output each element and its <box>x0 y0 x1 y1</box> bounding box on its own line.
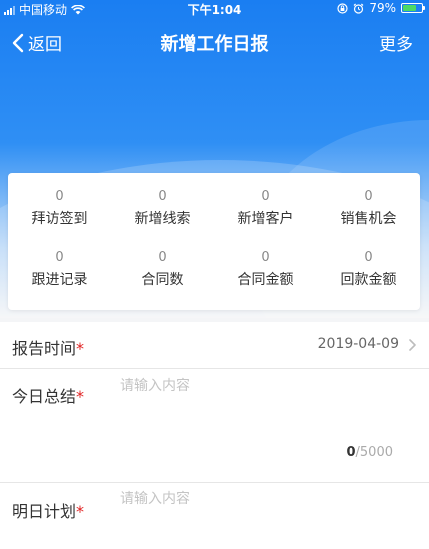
tomorrow-plan-row: 明日计划* <box>0 483 429 549</box>
page-title: 新增工作日报 <box>160 34 269 55</box>
stat-new-leads[interactable]: 0 新增线索 <box>111 189 214 227</box>
field-label: 报告时间 <box>12 339 77 358</box>
char-counter: 0/5000 <box>346 445 393 460</box>
stat-label: 新增客户 <box>237 211 294 227</box>
today-summary-label: 今日总结* <box>12 383 84 407</box>
stats-card: 0 拜访签到 0 新增线索 0 新增客户 0 销售机会 0 跟进记录 0 合同数… <box>8 173 420 310</box>
char-count: 0 <box>346 445 356 460</box>
stat-value: 0 <box>55 250 64 265</box>
stat-label: 拜访签到 <box>31 211 88 227</box>
required-mark: * <box>76 502 85 521</box>
stat-value: 0 <box>55 189 64 204</box>
stat-value: 0 <box>364 189 373 204</box>
report-time-row[interactable]: 报告时间* 2019-04-09 <box>0 322 429 368</box>
stat-contract-amount[interactable]: 0 合同金额 <box>214 250 317 288</box>
chevron-right-icon <box>409 339 416 351</box>
battery-percent: 79% <box>369 1 396 15</box>
more-button[interactable]: 更多 <box>379 30 413 55</box>
stat-payment-amount[interactable]: 0 回款金额 <box>317 250 420 288</box>
stat-label: 合同数 <box>141 272 184 288</box>
stat-label: 新增线索 <box>134 211 191 227</box>
stat-label: 销售机会 <box>340 211 397 227</box>
stat-value: 0 <box>158 189 167 204</box>
stat-contract-count[interactable]: 0 合同数 <box>111 250 214 288</box>
stat-label: 合同金额 <box>237 272 294 288</box>
tomorrow-plan-label: 明日计划* <box>12 498 84 522</box>
report-date-value: 2019-04-09 <box>317 336 399 352</box>
navigation-bar: 返回 新增工作日报 更多 <box>0 22 429 62</box>
battery-icon <box>401 3 425 13</box>
tomorrow-plan-input[interactable] <box>120 488 410 543</box>
report-time-label: 报告时间* <box>12 335 84 359</box>
required-mark: * <box>76 387 85 406</box>
today-summary-row: 今日总结* 0/5000 <box>0 369 429 482</box>
stat-sales-opportunities[interactable]: 0 销售机会 <box>317 189 420 227</box>
char-max: /5000 <box>355 445 393 460</box>
stat-label: 跟进记录 <box>31 272 88 288</box>
stat-value: 0 <box>158 250 167 265</box>
stat-value: 0 <box>261 250 270 265</box>
rotation-lock-icon <box>337 2 348 14</box>
status-bar: 中国移动 下午1:04 79% <box>0 0 429 18</box>
stat-new-customers[interactable]: 0 新增客户 <box>214 189 317 227</box>
today-summary-input[interactable] <box>120 375 410 435</box>
field-label: 今日总结 <box>12 387 77 406</box>
stat-follow-up-records[interactable]: 0 跟进记录 <box>8 250 111 288</box>
stat-value: 0 <box>364 250 373 265</box>
required-mark: * <box>76 339 85 358</box>
field-label: 明日计划 <box>12 502 77 521</box>
stat-label: 回款金额 <box>340 272 397 288</box>
stat-visit-checkin[interactable]: 0 拜访签到 <box>8 189 111 227</box>
alarm-icon <box>353 3 364 14</box>
stat-value: 0 <box>261 189 270 204</box>
